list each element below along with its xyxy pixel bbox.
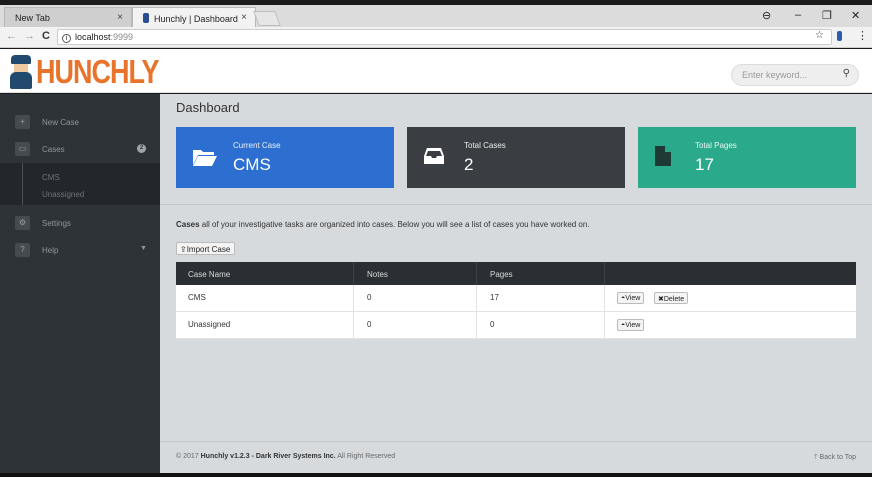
- cases-table: Case Name Notes Pages CMS 0 17 ◓View ✖De…: [176, 262, 856, 339]
- case-name-cell: CMS: [188, 293, 206, 302]
- folder-open-icon: [193, 150, 217, 166]
- card-value: CMS: [233, 155, 271, 174]
- sidebar-item-label: Settings: [42, 219, 71, 228]
- table-header: Case Name Notes Pages: [176, 262, 856, 285]
- view-case-button[interactable]: ◓View: [617, 319, 645, 331]
- main-content: Dashboard Current Case CMS Total Cases 2…: [160, 94, 872, 473]
- delete-case-button[interactable]: ✖Delete: [654, 292, 689, 304]
- restore-button[interactable]: ❐: [822, 9, 832, 22]
- upload-icon: ⇪: [180, 245, 187, 254]
- back-to-top-label: Back to Top: [819, 454, 856, 461]
- view-label: View: [625, 322, 641, 329]
- desktop-edge: [0, 473, 872, 477]
- sidebar-item-new-case[interactable]: + New Case: [0, 109, 160, 135]
- cases-subnav: CMS Unassigned: [0, 163, 160, 205]
- reload-icon[interactable]: C: [42, 30, 50, 42]
- tab-strip: New Tab × Hunchly | Dashboard × ⊖ – ❐ ✕: [0, 5, 872, 27]
- delete-label: Delete: [663, 296, 685, 303]
- sidebar-item-label: Cases: [42, 145, 65, 154]
- card-value: 17: [695, 155, 714, 174]
- address-port: :9999: [110, 32, 134, 42]
- notes-cell: 0: [367, 293, 372, 302]
- search-icon[interactable]: ⚲: [843, 68, 850, 79]
- column-header-pages: Pages: [490, 270, 513, 279]
- folder-icon: ▭: [15, 142, 30, 156]
- app-header: HUNCHLY Enter keyword... ⚲: [0, 49, 872, 93]
- inbox-icon: [424, 148, 444, 164]
- tab-hunchly-dashboard[interactable]: Hunchly | Dashboard ×: [132, 7, 256, 27]
- product-name: Hunchly v1.2.3 - Dark River Systems Inc.: [200, 453, 336, 460]
- tab-new-tab[interactable]: New Tab ×: [4, 7, 132, 27]
- back-arrow-icon[interactable]: ←: [6, 30, 17, 42]
- help-icon: ?: [15, 243, 30, 257]
- total-cases-card: Total Cases 2: [407, 127, 625, 188]
- sidebar-item-label: New Case: [42, 118, 79, 127]
- column-header-case-name: Case Name: [188, 270, 231, 279]
- search-input[interactable]: Enter keyword... ⚲: [731, 64, 859, 86]
- sidebar-item-cases[interactable]: ▭ Cases 2: [0, 136, 160, 162]
- view-case-button[interactable]: ◓View: [617, 292, 645, 304]
- close-tab-icon[interactable]: ×: [117, 12, 123, 23]
- card-label: Total Pages: [695, 141, 737, 150]
- sidebar-item-label: Help: [42, 246, 59, 255]
- sidebar-item-settings[interactable]: ⚙ Settings: [0, 210, 160, 236]
- minimize-button[interactable]: –: [795, 9, 801, 21]
- address-host: localhost: [75, 32, 111, 42]
- current-case-card: Current Case CMS: [176, 127, 394, 188]
- tab-label: New Tab: [15, 13, 50, 23]
- notes-cell: 0: [367, 320, 372, 329]
- navigation-bar: ← → C i localhost:9999 ☆ ⋮: [0, 27, 872, 48]
- hunchly-extension-icon[interactable]: [837, 31, 842, 41]
- total-pages-card: Total Pages 17: [638, 127, 856, 188]
- subnav-item-cms[interactable]: CMS: [42, 173, 60, 182]
- cases-count-badge: 2: [137, 144, 146, 153]
- logo-text: HUNCHLY: [36, 52, 160, 91]
- table-row: CMS 0 17 ◓View ✖Delete: [176, 285, 856, 312]
- rights-text: All Right Reserved: [335, 453, 396, 460]
- chevron-down-icon: ▼: [140, 245, 147, 252]
- chrome-menu-icon[interactable]: ⋮: [857, 29, 868, 42]
- address-bar[interactable]: i localhost:9999: [57, 29, 832, 45]
- back-to-top-link[interactable]: 🡑 Back to Top: [814, 453, 856, 464]
- column-header-notes: Notes: [367, 270, 388, 279]
- import-case-label: Import Case: [186, 245, 231, 254]
- intro-bold: Cases: [176, 220, 200, 229]
- card-label: Current Case: [233, 141, 281, 150]
- pages-cell: 0: [490, 320, 495, 329]
- new-tab-button[interactable]: [253, 11, 281, 26]
- profile-icon[interactable]: ⊖: [762, 9, 771, 22]
- pages-cell: 17: [490, 293, 499, 302]
- view-label: View: [625, 295, 641, 302]
- subnav-item-unassigned[interactable]: Unassigned: [42, 190, 84, 199]
- card-value: 2: [464, 155, 474, 174]
- divider: [160, 204, 872, 205]
- tab-label: Hunchly | Dashboard: [154, 14, 238, 24]
- gear-icon: ⚙: [15, 216, 30, 230]
- hunchly-logo[interactable]: HUNCHLY: [9, 52, 160, 91]
- plus-icon: +: [15, 115, 30, 129]
- copyright-text: © 2017 Hunchly v1.2.3 - Dark River Syste…: [176, 453, 395, 460]
- close-tab-icon[interactable]: ×: [241, 12, 247, 23]
- forward-arrow-icon[interactable]: →: [24, 30, 35, 42]
- document-icon: [655, 146, 671, 166]
- detective-mascot-icon: [9, 55, 33, 89]
- sidebar: + New Case ▭ Cases 2 CMS Unassigned ⚙ Se…: [0, 94, 160, 473]
- table-row: Unassigned 0 0 ◓View: [176, 312, 856, 339]
- sidebar-item-help[interactable]: ? Help ▼: [0, 237, 160, 263]
- search-placeholder: Enter keyword...: [742, 70, 808, 80]
- hunchly-favicon-icon: [143, 13, 149, 23]
- copyright-prefix: © 2017: [176, 453, 201, 460]
- bookmark-star-icon[interactable]: ☆: [815, 30, 824, 41]
- info-icon[interactable]: i: [62, 34, 71, 43]
- browser-window: New Tab × Hunchly | Dashboard × ⊖ – ❐ ✕ …: [0, 0, 872, 477]
- import-case-button[interactable]: ⇪Import Case: [176, 242, 236, 255]
- page-title: Dashboard: [176, 100, 240, 115]
- card-label: Total Cases: [464, 141, 506, 150]
- intro-rest: all of your investigative tasks are orga…: [199, 220, 590, 229]
- close-window-button[interactable]: ✕: [851, 9, 860, 22]
- footer: © 2017 Hunchly v1.2.3 - Dark River Syste…: [160, 441, 872, 473]
- case-name-cell: Unassigned: [188, 320, 231, 329]
- cases-intro-text: Cases all of your investigative tasks ar…: [176, 220, 590, 229]
